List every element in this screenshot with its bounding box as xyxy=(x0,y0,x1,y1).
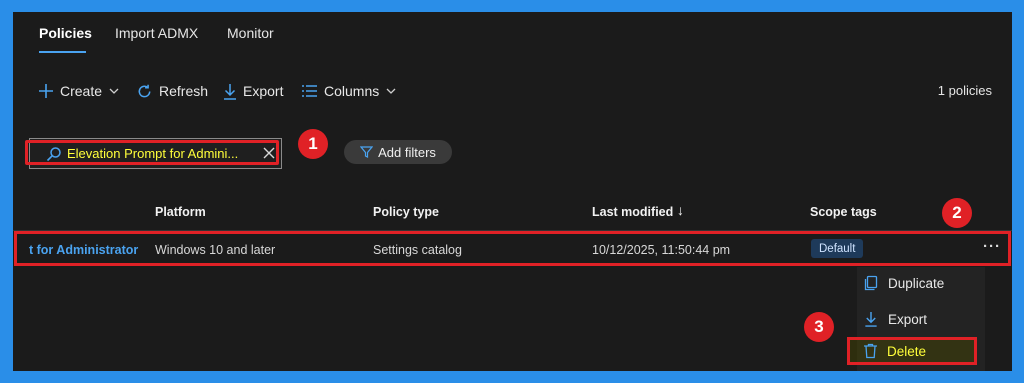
download-icon xyxy=(224,83,236,100)
add-filters-label: Add filters xyxy=(378,144,436,160)
scope-tag-badge: Default xyxy=(811,239,864,258)
policy-count: 1 policies xyxy=(937,83,992,98)
create-label: Create xyxy=(60,83,103,99)
policies-panel: Policies Import ADMX Monitor Create Refr… xyxy=(13,12,1012,371)
clear-search-icon[interactable] xyxy=(263,147,275,159)
menu-item-export-label: Export xyxy=(888,311,928,327)
plus-icon xyxy=(39,84,53,98)
columns-icon xyxy=(302,85,317,97)
cell-policy-type: Settings catalog xyxy=(373,243,462,257)
chevron-down-icon xyxy=(109,88,119,94)
search-icon xyxy=(46,147,61,162)
columns-button[interactable]: Columns xyxy=(301,81,403,101)
column-header-platform[interactable]: Platform xyxy=(155,205,206,219)
column-header-last-modified[interactable]: Last modified xyxy=(592,205,673,219)
cell-platform: Windows 10 and later xyxy=(155,243,276,257)
export-button[interactable]: Export xyxy=(223,81,283,101)
menu-item-delete[interactable]: Delete xyxy=(857,335,977,367)
callout-badge-1: 1 xyxy=(298,129,328,159)
callout-badge-2: 2 xyxy=(942,198,972,228)
duplicate-icon xyxy=(864,275,878,291)
menu-item-duplicate[interactable]: Duplicate xyxy=(857,267,985,299)
more-actions-button[interactable]: ··· xyxy=(983,238,1001,255)
sort-descending-icon: ↓ xyxy=(677,202,684,218)
menu-item-duplicate-label: Duplicate xyxy=(888,275,945,291)
column-header-policy-type[interactable]: Policy type xyxy=(373,205,439,219)
active-tab-indicator xyxy=(39,51,86,53)
refresh-button[interactable]: Refresh xyxy=(136,81,208,101)
export-label: Export xyxy=(243,83,284,99)
create-button[interactable]: Create xyxy=(38,81,126,101)
menu-item-delete-label: Delete xyxy=(887,343,927,359)
columns-label: Columns xyxy=(324,83,380,99)
tab-policies[interactable]: Policies xyxy=(39,25,92,41)
tab-monitor[interactable]: Monitor xyxy=(227,25,274,41)
cell-last-modified: 10/12/2025, 11:50:44 pm xyxy=(592,243,731,257)
search-value: Elevation Prompt for Admini... xyxy=(67,146,239,161)
trash-icon xyxy=(864,343,877,359)
refresh-label: Refresh xyxy=(159,83,209,99)
tab-import-admx[interactable]: Import ADMX xyxy=(115,25,198,41)
menu-item-export[interactable]: Export xyxy=(857,303,985,335)
add-filters-button[interactable]: Add filters xyxy=(344,140,452,164)
download-icon xyxy=(865,311,877,327)
chevron-down-icon xyxy=(386,88,396,94)
policy-name-link[interactable]: t for Administrator xyxy=(29,243,138,257)
column-header-scope-tags[interactable]: Scope tags xyxy=(810,205,877,219)
callout-badge-3: 3 xyxy=(804,312,834,342)
filter-icon xyxy=(360,146,374,158)
refresh-icon xyxy=(138,84,151,97)
